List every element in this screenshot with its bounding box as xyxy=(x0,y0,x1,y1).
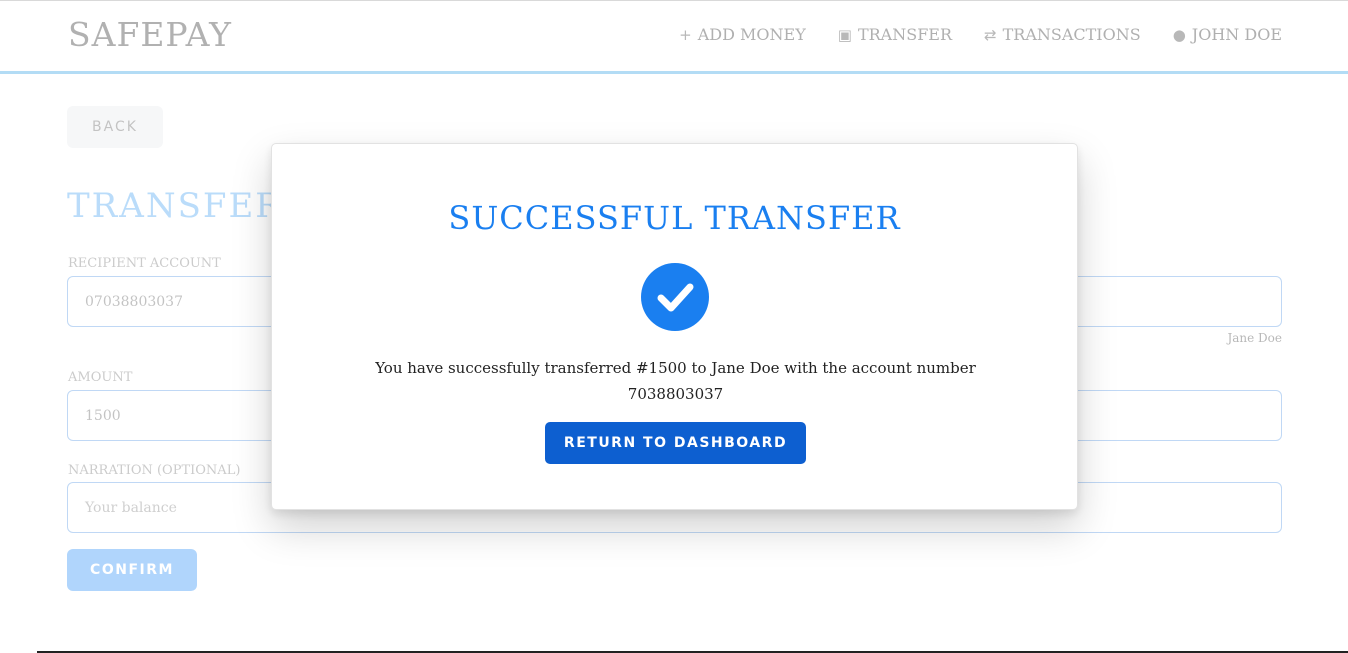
nav-transactions-label: TRANSACTIONS xyxy=(1002,25,1141,44)
recipient-name-hint: Jane Doe xyxy=(1227,331,1282,345)
modal-message-line1: You have successfully transferred #1500 … xyxy=(375,359,976,377)
user-icon: ● xyxy=(1172,25,1186,44)
success-modal: SUCCESSFUL TRANSFER You have successfull… xyxy=(271,143,1078,510)
modal-message-line2: 7038803037 xyxy=(627,385,724,403)
money-icon: ▣ xyxy=(837,25,852,44)
amount-label: AMOUNT xyxy=(68,370,133,385)
narration-label: NARRATION (OPTIONAL) xyxy=(68,463,241,478)
brand-logo[interactable]: SAFEPAY xyxy=(68,15,232,54)
check-circle-icon xyxy=(641,263,709,331)
nav-add-money-label: ADD MONEY xyxy=(697,25,806,44)
back-button[interactable]: BACK xyxy=(67,106,163,148)
recipient-account-label: RECIPIENT ACCOUNT xyxy=(68,256,221,271)
plus-icon: + xyxy=(679,25,692,44)
nav-menu: + ADD MONEY ▣ TRANSFER ⇄ TRANSACTIONS ● … xyxy=(679,25,1282,44)
return-to-dashboard-button[interactable]: RETURN TO DASHBOARD xyxy=(545,422,806,464)
top-navbar: SAFEPAY + ADD MONEY ▣ TRANSFER ⇄ TRANSAC… xyxy=(0,0,1348,74)
confirm-button[interactable]: CONFIRM xyxy=(67,549,197,591)
nav-transfer[interactable]: ▣ TRANSFER xyxy=(838,25,952,44)
swap-icon: ⇄ xyxy=(984,25,997,44)
nav-transactions[interactable]: ⇄ TRANSACTIONS xyxy=(984,25,1141,44)
nav-user-label: JOHN DOE xyxy=(1191,25,1282,44)
nav-user-profile[interactable]: ● JOHN DOE xyxy=(1173,25,1282,44)
nav-transfer-label: TRANSFER xyxy=(857,25,953,44)
modal-title: SUCCESSFUL TRANSFER xyxy=(448,199,901,237)
modal-message: You have successfully transferred #1500 … xyxy=(332,355,1019,407)
nav-add-money[interactable]: + ADD MONEY xyxy=(679,25,806,44)
